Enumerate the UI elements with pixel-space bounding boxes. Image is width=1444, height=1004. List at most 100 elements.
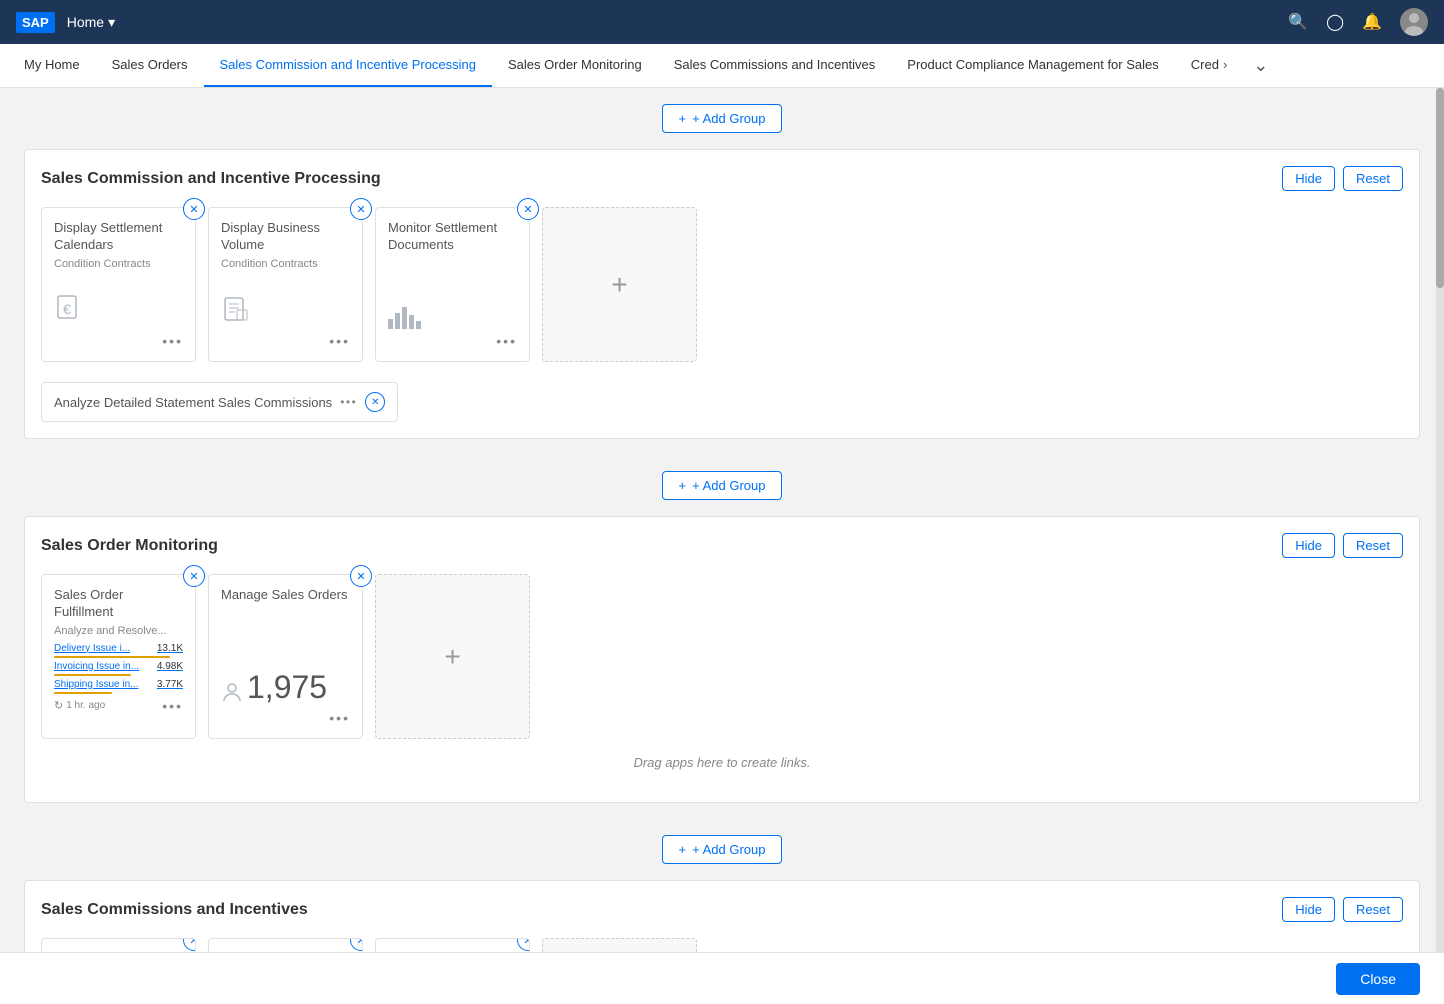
add-tile-icon-monitoring: +: [444, 641, 460, 673]
nav-item-sales-order-monitoring[interactable]: Sales Order Monitoring: [492, 44, 658, 87]
content-area: + + Add Group Sales Commission and Incen…: [0, 88, 1444, 1004]
add-group-btn-middle[interactable]: + + Add Group: [662, 471, 783, 500]
nav-item-sales-commissions-incentives[interactable]: Sales Commissions and Incentives: [658, 44, 892, 87]
nav-label-sales-commissions-incentives: Sales Commissions and Incentives: [674, 57, 876, 72]
tile-data-shipping-value: 3.77K: [157, 679, 183, 690]
tile-data-delivery-label[interactable]: Delivery Issue i...: [54, 643, 130, 654]
tile-close-display-business[interactable]: ✕: [350, 198, 372, 220]
group-commissions-incentives-header: Sales Commissions and Incentives Hide Re…: [41, 897, 1403, 922]
svg-text:€: €: [63, 301, 71, 317]
analytics-icon: [388, 307, 421, 329]
document-icon: [221, 294, 253, 329]
tile-close-monitor-settlement[interactable]: ✕: [517, 198, 539, 220]
tile-data-shipping: Shipping Issue in... 3.77K: [54, 679, 183, 690]
tile-close-predicted-delivery[interactable]: ✕: [517, 938, 530, 951]
nav-item-product-compliance[interactable]: Product Compliance Management for Sales: [891, 44, 1174, 87]
group-order-monitoring-actions: Hide Reset: [1282, 533, 1403, 558]
tile-dots-settlement[interactable]: •••: [162, 333, 183, 349]
group-commission-tiles: ✕ Display Settlement Calendars Condition…: [41, 207, 1403, 362]
nav-label-sales-order-monitoring: Sales Order Monitoring: [508, 57, 642, 72]
tile-dots-manage[interactable]: •••: [329, 710, 350, 726]
nav-label-sales-commission: Sales Commission and Incentive Processin…: [220, 57, 477, 72]
tile-fulfillment[interactable]: ✕ Sales Order Fulfillment Analyze and Re…: [41, 574, 196, 739]
tile-close-display-settlement[interactable]: ✕: [183, 198, 205, 220]
tile-data-shipping-label[interactable]: Shipping Issue in...: [54, 679, 139, 690]
drag-hint-text: Drag apps here to create links.: [633, 755, 810, 770]
add-tile-icon: +: [611, 269, 627, 301]
navbar: My Home Sales Orders Sales Commission an…: [0, 44, 1444, 88]
group-commission: Sales Commission and Incentive Processin…: [24, 149, 1420, 439]
tile-title-manage-sales: Manage Sales Orders: [221, 587, 350, 604]
group-commission-reset-btn[interactable]: Reset: [1343, 166, 1403, 191]
nav-item-sales-commission[interactable]: Sales Commission and Incentive Processin…: [204, 44, 493, 87]
nav-expand-btn[interactable]: ⌄: [1243, 44, 1278, 87]
add-group-label-middle: + Add Group: [692, 478, 765, 493]
topbar-icons: 🔍 ◯ 🔔: [1288, 8, 1428, 36]
avatar[interactable]: [1400, 8, 1428, 36]
group-order-monitoring-title: Sales Order Monitoring: [41, 537, 218, 555]
tile-footer-manage: •••: [221, 710, 350, 726]
link-tile-close-analyze[interactable]: ✕: [365, 392, 385, 412]
tile-manage-sales[interactable]: ✕ Manage Sales Orders 1,975 •••: [208, 574, 363, 739]
add-group-icon-bottom: +: [679, 842, 687, 857]
home-caret-icon: ▾: [108, 14, 115, 31]
tile-close-monitor-sales-com[interactable]: ✕: [183, 938, 196, 951]
tile-title-display-settlement: Display Settlement Calendars: [54, 220, 183, 254]
add-group-btn-top[interactable]: + + Add Group: [662, 104, 783, 133]
tile-data-delivery-value: 13.1K: [157, 643, 183, 654]
group-commissions-incentives-reset-btn[interactable]: Reset: [1343, 897, 1403, 922]
tile-dots-monitor[interactable]: •••: [496, 333, 517, 349]
tile-close-extend-condition[interactable]: ✕: [350, 938, 363, 951]
tile-dots-business[interactable]: •••: [329, 333, 350, 349]
link-tiles-row: Analyze Detailed Statement Sales Commiss…: [41, 374, 1403, 422]
nav-item-sales-orders[interactable]: Sales Orders: [96, 44, 204, 87]
topbar: SAP Home ▾ 🔍 ◯ 🔔: [0, 0, 1444, 44]
home-nav[interactable]: Home ▾: [67, 14, 115, 31]
tile-subtitle-fulfillment: Analyze and Resolve...: [54, 625, 183, 637]
link-tile-label-analyze: Analyze Detailed Statement Sales Commiss…: [54, 395, 332, 410]
tile-add-commission[interactable]: +: [542, 207, 697, 362]
tile-close-manage-sales[interactable]: ✕: [350, 565, 372, 587]
person-icon: [221, 681, 243, 706]
tile-monitor-settlement[interactable]: ✕ Monitor Settlement Documents •: [375, 207, 530, 362]
close-btn[interactable]: Close: [1336, 963, 1420, 995]
group-commissions-incentives-actions: Hide Reset: [1282, 897, 1403, 922]
scrollbar-track: [1436, 88, 1444, 952]
group-commissions-incentives-title: Sales Commissions and Incentives: [41, 901, 308, 919]
sap-logo[interactable]: SAP: [16, 12, 55, 33]
tile-footer-business: •••: [221, 333, 350, 349]
nav-label-product-compliance: Product Compliance Management for Sales: [907, 57, 1158, 72]
tile-display-business[interactable]: ✕ Display Business Volume Condition Cont…: [208, 207, 363, 362]
clock-icon[interactable]: ◯: [1326, 12, 1344, 32]
group-order-monitoring-hide-btn[interactable]: Hide: [1282, 533, 1335, 558]
nav-label-my-home: My Home: [24, 57, 80, 72]
tile-timestamp-text: 1 hr. ago: [66, 700, 105, 711]
add-group-row-top: + + Add Group: [24, 88, 1420, 149]
bell-icon[interactable]: 🔔: [1362, 12, 1382, 32]
home-label-text: Home: [67, 14, 104, 30]
tile-close-fulfillment[interactable]: ✕: [183, 565, 205, 587]
tile-icon-area-business: [221, 270, 350, 333]
link-tile-dots-analyze[interactable]: •••: [340, 395, 357, 409]
group-commission-actions: Hide Reset: [1282, 166, 1403, 191]
group-commission-hide-btn[interactable]: Hide: [1282, 166, 1335, 191]
nav-item-cred[interactable]: Cred ›: [1175, 44, 1244, 87]
drag-hint: Drag apps here to create links.: [41, 739, 1403, 786]
nav-item-my-home[interactable]: My Home: [8, 44, 96, 87]
tile-display-settlement[interactable]: ✕ Display Settlement Calendars Condition…: [41, 207, 196, 362]
tile-dots-fulfillment[interactable]: •••: [162, 698, 183, 714]
search-icon[interactable]: 🔍: [1288, 12, 1308, 32]
add-group-btn-bottom[interactable]: + + Add Group: [662, 835, 783, 864]
tile-data-invoicing: Invoicing Issue in... 4.98K: [54, 661, 183, 672]
tile-data-invoicing-label[interactable]: Invoicing Issue in...: [54, 661, 139, 672]
group-commissions-incentives-hide-btn[interactable]: Hide: [1282, 897, 1335, 922]
group-order-monitoring: Sales Order Monitoring Hide Reset ✕ Sale…: [24, 516, 1420, 803]
tile-data-invoicing-value: 4.98K: [157, 661, 183, 672]
link-tile-analyze[interactable]: Analyze Detailed Statement Sales Commiss…: [41, 382, 398, 422]
tile-data-delivery: Delivery Issue i... 13.1K: [54, 643, 183, 654]
group-commission-header: Sales Commission and Incentive Processin…: [41, 166, 1403, 191]
add-group-row-bottom: + + Add Group: [24, 819, 1420, 880]
group-order-monitoring-reset-btn[interactable]: Reset: [1343, 533, 1403, 558]
tile-add-monitoring[interactable]: +: [375, 574, 530, 739]
scrollbar-thumb[interactable]: [1436, 88, 1444, 288]
